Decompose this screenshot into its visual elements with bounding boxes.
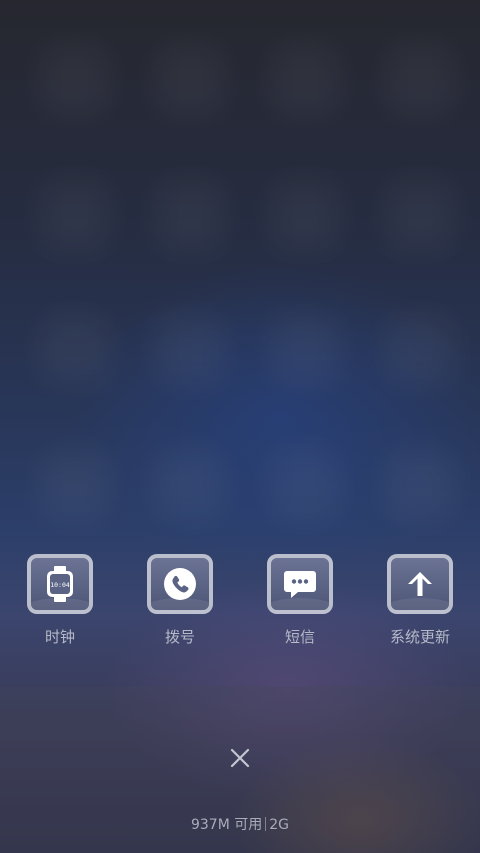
phone-icon [147, 554, 213, 614]
app-dialer[interactable]: 拨号 [125, 552, 235, 646]
blurred-icon [385, 315, 455, 385]
blurred-icon [270, 180, 340, 250]
app-label: 拨号 [164, 628, 195, 646]
arrow-up-icon [387, 554, 453, 614]
blurred-icon [40, 45, 110, 115]
app-label: 短信 [284, 628, 315, 646]
memory-divider [265, 817, 267, 831]
blurred-icon [385, 45, 455, 115]
recent-apps-row: 10:04 时钟 拨号 短信 系统更新 [0, 552, 480, 662]
blurred-home-background [0, 0, 480, 540]
blurred-icon [155, 180, 225, 250]
close-all-button[interactable] [222, 740, 258, 776]
blurred-icon [155, 45, 225, 115]
blurred-icon [155, 315, 225, 385]
app-clock[interactable]: 10:04 时钟 [5, 552, 115, 646]
app-label: 系统更新 [389, 628, 450, 646]
blurred-icon [155, 450, 225, 520]
blurred-icon [385, 450, 455, 520]
blurred-icon [385, 180, 455, 250]
recents-screen: 10:04 时钟 拨号 短信 系统更新 937M 可用 2G [0, 0, 480, 853]
blurred-icon [270, 45, 340, 115]
message-icon [267, 554, 333, 614]
watch-icon: 10:04 [27, 554, 93, 614]
blurred-icon [40, 450, 110, 520]
blurred-icon [270, 450, 340, 520]
close-icon [230, 748, 250, 768]
memory-available: 937M 可用 [190, 817, 263, 833]
memory-status: 937M 可用 2G [0, 815, 480, 835]
blurred-icon [40, 180, 110, 250]
blurred-icon [40, 315, 110, 385]
app-system-update[interactable]: 系统更新 [365, 552, 475, 646]
blurred-icon [270, 315, 340, 385]
memory-total: 2G [269, 817, 290, 833]
watch-face-time: 10:04 [50, 581, 70, 589]
app-messages[interactable]: 短信 [245, 552, 355, 646]
app-label: 时钟 [44, 628, 75, 646]
